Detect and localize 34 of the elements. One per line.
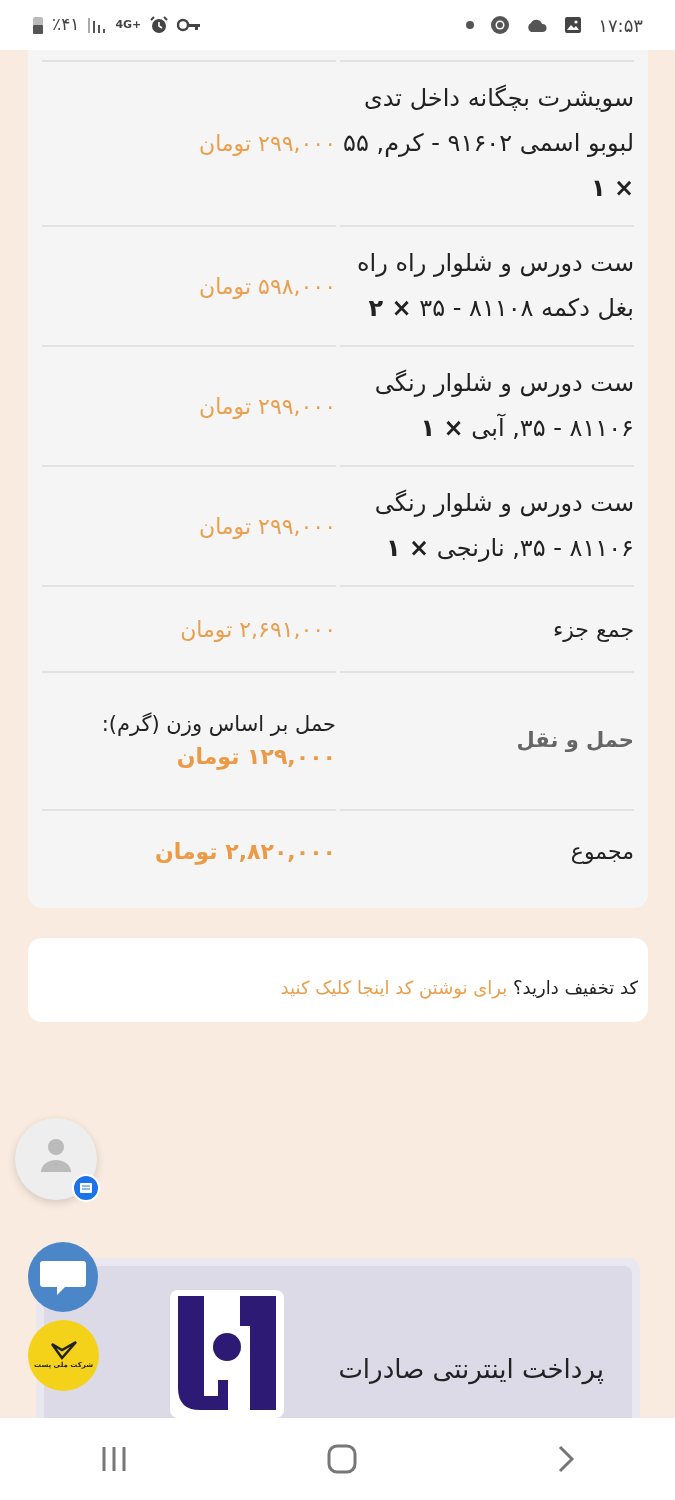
total-value: ۲,۸۲۰,۰۰۰ تومان — [154, 837, 336, 867]
chat-bubble-button[interactable] — [27, 1241, 99, 1313]
bird-icon — [49, 1340, 78, 1361]
cloud-icon — [526, 18, 549, 32]
image-icon — [564, 16, 583, 34]
person-icon — [41, 1138, 71, 1172]
total-label: مجموع — [570, 837, 634, 866]
item-price: ۲۹۹,۰۰۰ تومان — [198, 392, 336, 421]
clock-time: ۱۷:۵۳ — [598, 13, 643, 38]
product-name: ست دورس و شلوار رنگی ۸۱۱۰۶ - ۳۵, نارنجی × ۱ — [373, 488, 634, 564]
item-price: ۵۹۸,۰۰۰ تومان — [198, 272, 336, 301]
product-name: ست دورس و شلوار رنگی ۸۱۱۰۶ - ۳۵, آبی × ۱ — [373, 368, 634, 444]
message-badge-icon — [72, 1174, 100, 1202]
shipping-label: حمل و نقل — [516, 727, 634, 755]
shipping-method: حمل بر اساس وزن (گرم): — [101, 710, 336, 738]
product-name: ست دورس و شلوار راه راه بغل دکمه ۸۱۱۰۸ - ۳۵ × ۲ — [356, 248, 634, 324]
coupon-prompt: کد تخفیف دارید؟ برای نوشتن کد اینجا کلیک کنید — [280, 977, 638, 998]
payment-title: پرداخت اینترنتی صادرات — [338, 1353, 604, 1387]
item-price: ۲۹۹,۰۰۰ تومان — [198, 512, 336, 541]
back-icon[interactable] — [557, 1444, 576, 1474]
subtotal-value: ۲,۶۹۱,۰۰۰ تومان — [180, 615, 336, 644]
signal-icon — [87, 15, 108, 35]
dot-icon — [466, 21, 475, 29]
battery-percent: ٪۴۱ — [52, 13, 80, 37]
key-icon — [177, 18, 202, 32]
alarm-icon — [149, 15, 170, 35]
shipping-cost: ۱۲۹,۰۰۰ تومان — [175, 743, 336, 772]
network-type: 4G+ — [115, 16, 142, 33]
battery-icon — [32, 15, 44, 35]
home-icon[interactable] — [327, 1444, 358, 1474]
product-name: سویشرت بچگانه داخل تدی لبوبو اسمی ۹۱۶۰۲ - کرم, ۵۵ × ۱ — [342, 83, 634, 204]
item-price: ۲۹۹,۰۰۰ تومان — [198, 130, 336, 158]
subtotal-label: جمع جزء — [552, 615, 634, 644]
contact-avatar-button[interactable] — [15, 1118, 97, 1200]
